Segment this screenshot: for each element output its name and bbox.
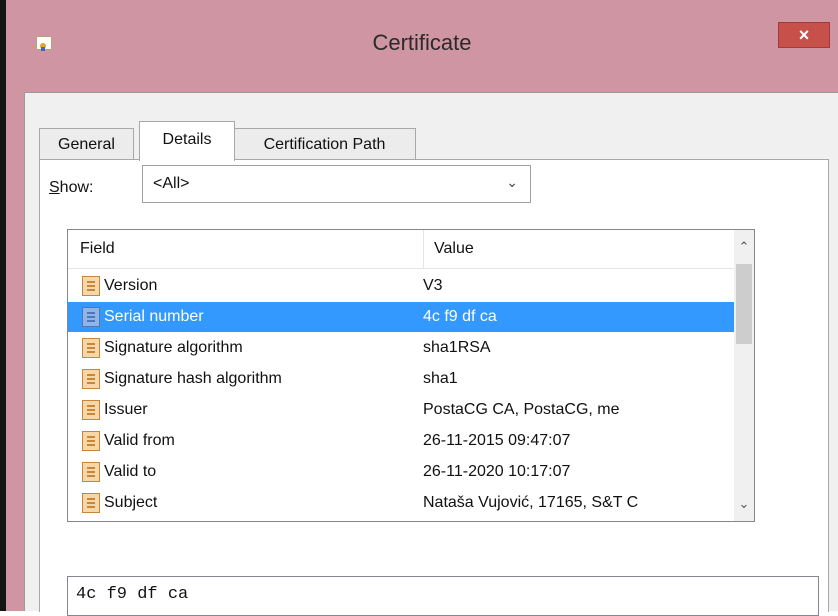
list-header: Field Value	[68, 230, 734, 269]
certificate-window: Certificate × General Details Certificat…	[0, 0, 838, 616]
field-value: sha1RSA	[423, 339, 491, 356]
field-value: Nataša Vujović, 17165, S&T C	[423, 494, 639, 511]
list-item[interactable]: Valid to 26-11-2020 10:17:07	[68, 457, 734, 487]
list-item[interactable]: Valid from 26-11-2015 09:47:07	[68, 426, 734, 456]
field-icon	[82, 369, 100, 389]
field-value: 26-11-2020 10:17:07	[423, 463, 571, 480]
field-value: 4c f9 df ca	[423, 308, 497, 325]
show-label: Show:	[49, 179, 94, 196]
scrollbar-thumb[interactable]	[736, 264, 752, 344]
field-icon	[82, 493, 100, 513]
close-button[interactable]: ×	[778, 22, 830, 48]
field-icon	[82, 276, 100, 296]
field-value: 26-11-2015 09:47:07	[423, 432, 571, 449]
field-name: Signature hash algorithm	[104, 370, 282, 387]
show-dropdown[interactable]: <All> ⌄	[142, 165, 531, 203]
field-name: Subject	[104, 494, 158, 511]
dialog-client-area: General Details Certification Path Show:…	[24, 92, 838, 616]
field-icon	[82, 431, 100, 451]
scroll-down-icon[interactable]: ⌄	[734, 487, 754, 521]
column-header-field[interactable]: Field	[80, 230, 115, 268]
chevron-down-icon: ⌄	[506, 174, 518, 190]
list-item[interactable]: Signature hash algorithm sha1	[68, 364, 734, 394]
field-name: Version	[104, 277, 158, 294]
vertical-scrollbar[interactable]: ⌃ ⌄	[734, 230, 754, 521]
fields-list[interactable]: Field Value Version V3 Serial number 4c …	[67, 229, 755, 522]
field-value: sha1	[423, 370, 458, 387]
window-title: Certificate	[372, 30, 472, 55]
list-item[interactable]: Subject Nataša Vujović, 17165, S&T C	[68, 488, 734, 518]
field-name: Serial number	[104, 308, 204, 325]
list-item[interactable]: Version V3	[68, 271, 734, 301]
field-name: Issuer	[104, 401, 148, 418]
field-value: V3	[423, 277, 443, 294]
value-detail-box[interactable]: 4c f9 df ca	[67, 576, 819, 616]
title-bar[interactable]: Certificate ×	[6, 0, 838, 92]
show-dropdown-value: <All>	[153, 175, 190, 192]
column-header-value[interactable]: Value	[423, 230, 474, 268]
value-detail-text: 4c f9 df ca	[76, 585, 189, 604]
field-name: Signature algorithm	[104, 339, 243, 356]
tab-certification-path[interactable]: Certification Path	[233, 128, 416, 160]
field-icon	[82, 400, 100, 420]
tab-general[interactable]: General	[39, 128, 134, 160]
list-item[interactable]: Signature algorithm sha1RSA	[68, 333, 734, 363]
list-item[interactable]: Issuer PostaCG CA, PostaCG, me	[68, 395, 734, 425]
list-item-selected[interactable]: Serial number 4c f9 df ca	[68, 302, 734, 332]
field-icon	[82, 338, 100, 358]
field-name: Valid to	[104, 463, 157, 480]
field-icon	[82, 307, 100, 327]
field-value: PostaCG CA, PostaCG, me	[423, 401, 620, 418]
scroll-up-icon[interactable]: ⌃	[734, 230, 754, 264]
field-icon	[82, 462, 100, 482]
tab-details[interactable]: Details	[139, 121, 235, 161]
field-name: Valid from	[104, 432, 175, 449]
